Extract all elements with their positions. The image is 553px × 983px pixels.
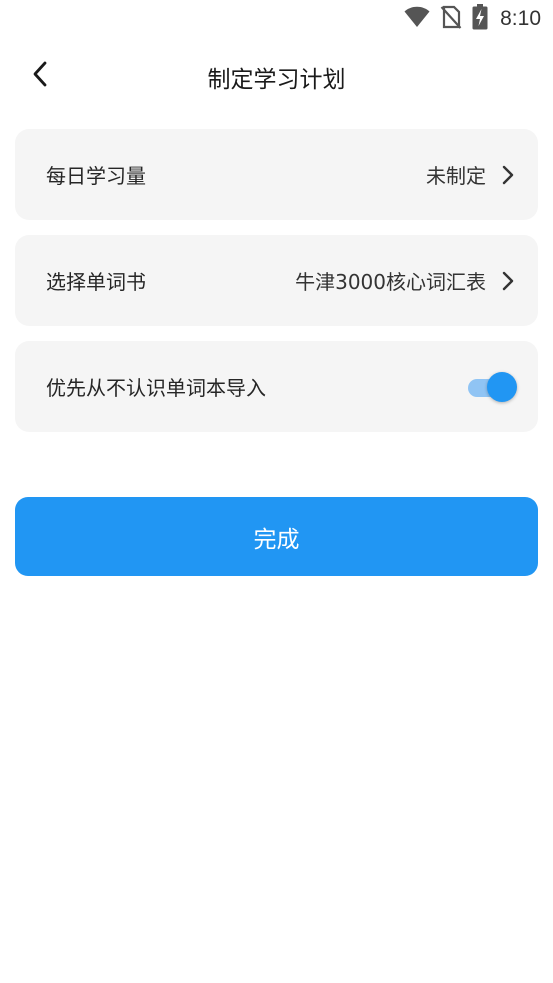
word-book-label: 选择单词书 bbox=[46, 270, 146, 294]
page-title: 制定学习计划 bbox=[207, 67, 346, 93]
word-book-row[interactable]: 选择单词书 牛津3000核心词汇表 bbox=[15, 235, 538, 326]
daily-amount-value: 未制定 bbox=[426, 164, 486, 188]
battery-charging-icon bbox=[472, 4, 488, 34]
wifi-icon bbox=[404, 6, 430, 32]
chevron-right-icon bbox=[498, 270, 518, 292]
daily-amount-right: 未制定 bbox=[426, 160, 518, 189]
word-book-value: 牛津3000核心词汇表 bbox=[295, 270, 486, 294]
done-button[interactable]: 完成 bbox=[15, 497, 538, 576]
import-unknown-label: 优先从不认识单词本导入 bbox=[46, 376, 266, 400]
status-bar: 8:10 bbox=[0, 0, 553, 38]
status-time: 8:10 bbox=[500, 7, 541, 30]
daily-amount-label: 每日学习量 bbox=[46, 164, 146, 188]
import-unknown-row: 优先从不认识单词本导入 bbox=[15, 341, 538, 432]
chevron-right-icon bbox=[498, 164, 518, 186]
screen: 8:10 制定学习计划 每日学习量 未制定 选择单词书 牛津3000核心词汇表 … bbox=[0, 0, 553, 983]
word-book-right: 牛津3000核心词汇表 bbox=[295, 266, 518, 295]
daily-amount-row[interactable]: 每日学习量 未制定 bbox=[15, 129, 538, 220]
no-sim-icon bbox=[440, 5, 462, 33]
status-icons: 8:10 bbox=[404, 4, 541, 34]
header: 制定学习计划 bbox=[0, 46, 553, 106]
import-unknown-toggle[interactable] bbox=[467, 371, 517, 403]
toggle-thumb bbox=[487, 371, 517, 402]
